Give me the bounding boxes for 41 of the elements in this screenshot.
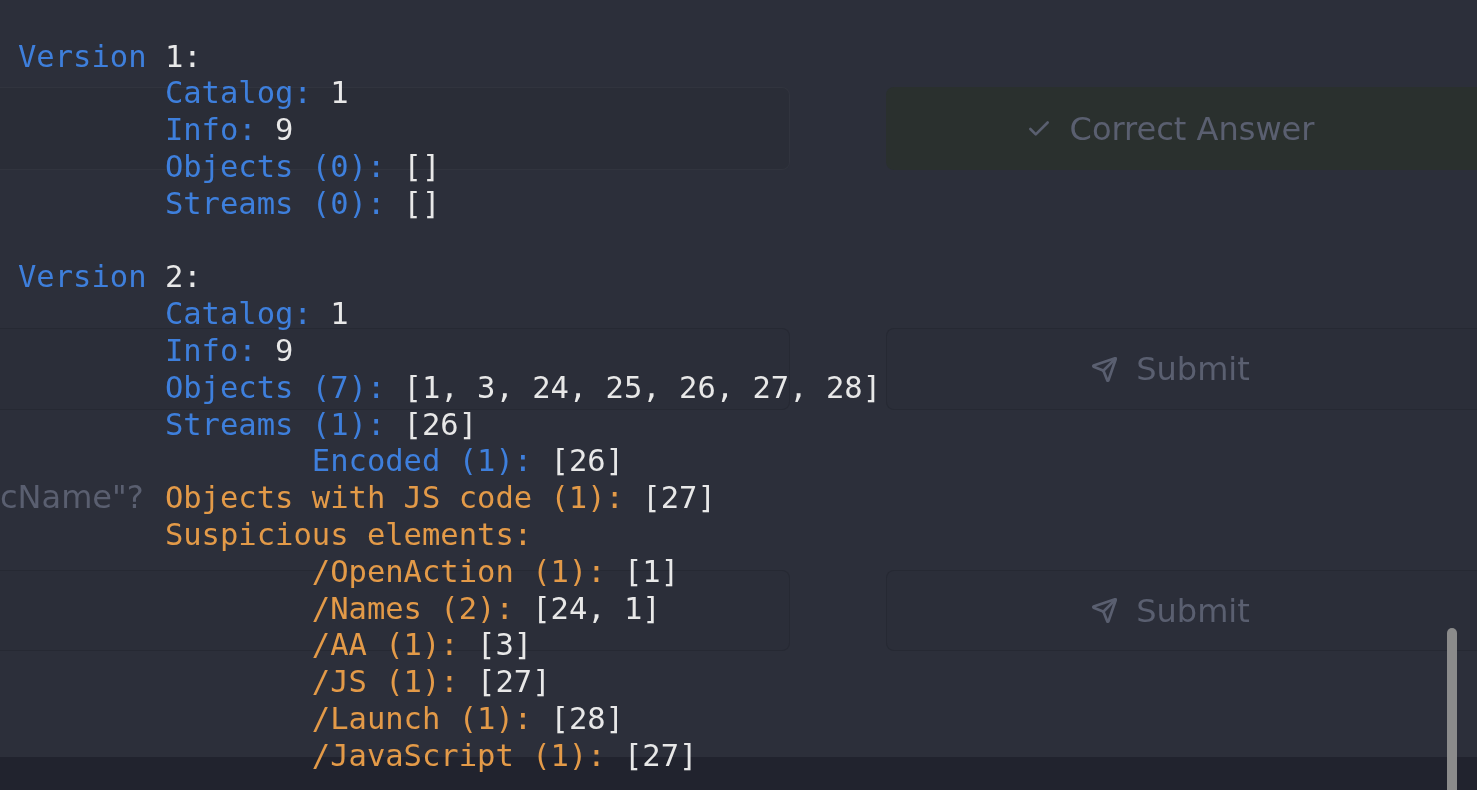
- entry-label: Objects with JS code (1):: [164, 480, 624, 516]
- entry-value: [27]: [623, 737, 698, 773]
- entry-label: Catalog:: [164, 296, 312, 332]
- entry-label: Objects (0):: [164, 149, 386, 184]
- entry-label: Suspicious elements:: [164, 516, 533, 552]
- correct-answer-button[interactable]: Correct Answer: [886, 87, 1477, 170]
- version-number: 2:: [164, 259, 202, 295]
- scrollbar-thumb[interactable]: [1447, 628, 1457, 790]
- entry-value: [3]: [477, 627, 533, 663]
- version-number: 1:: [164, 38, 202, 74]
- entry-label: Info:: [164, 112, 257, 148]
- entry-label: /OpenAction (1):: [311, 553, 606, 589]
- entry-label: Streams (0):: [164, 185, 386, 221]
- version-label: Version: [18, 38, 147, 74]
- entry-label: /Launch (1):: [311, 700, 533, 736]
- entry-label: /JS (1):: [311, 664, 459, 700]
- entry-value: [1, 3, 24, 25, 26, 27, 28]: [403, 369, 882, 405]
- entry-value: []: [403, 149, 441, 184]
- send-icon: [1091, 355, 1119, 383]
- entry-value: [27]: [477, 664, 551, 700]
- entry-value: 9: [275, 112, 294, 148]
- entry-label: /JavaScript (1):: [311, 737, 606, 773]
- entry-label: Objects (7):: [164, 369, 386, 405]
- entry-label: /Names (2):: [311, 590, 514, 626]
- entry-label: Streams (1):: [164, 406, 386, 442]
- entry-value: [26]: [550, 443, 624, 479]
- entry-value: [27]: [642, 480, 716, 516]
- entry-value: [24, 1]: [532, 590, 661, 626]
- entry-label: Info:: [164, 332, 257, 368]
- entry-value: 1: [330, 75, 349, 111]
- entry-value: 9: [275, 332, 294, 368]
- send-icon: [1091, 597, 1119, 624]
- entry-label: Catalog:: [164, 75, 312, 111]
- entry-label: Encoded (1):: [311, 443, 533, 479]
- entry-value: [1]: [623, 553, 680, 589]
- entry-label: /AA (1):: [311, 627, 459, 663]
- entry-value: [26]: [403, 406, 478, 442]
- version-label: Version: [18, 259, 147, 295]
- entry-value: 1: [330, 296, 349, 332]
- entry-value: []: [403, 185, 441, 221]
- entry-value: [28]: [550, 700, 624, 736]
